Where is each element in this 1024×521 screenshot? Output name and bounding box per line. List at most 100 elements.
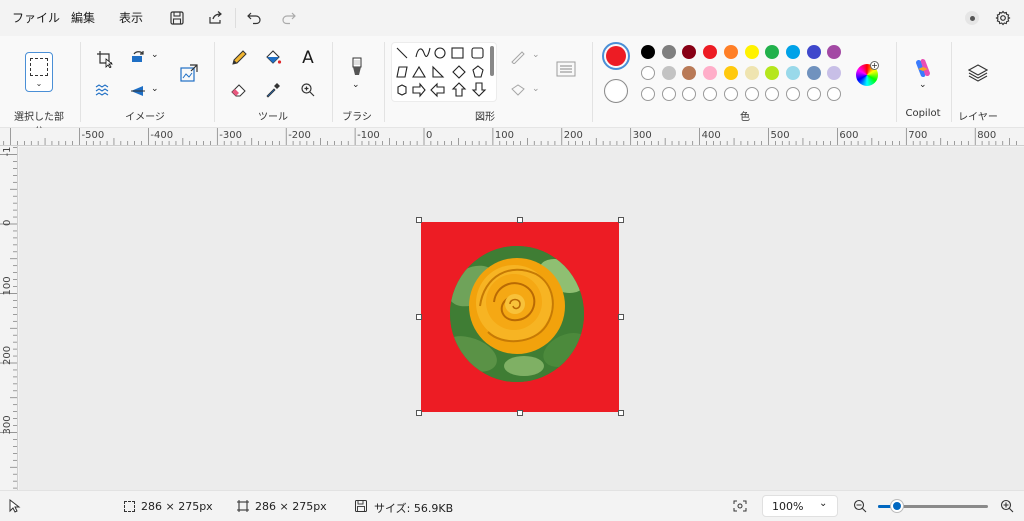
chevron-down-icon[interactable]: ⌄ xyxy=(151,50,159,60)
color-picker-icon[interactable] xyxy=(263,80,283,100)
palette-color-swatch[interactable] xyxy=(827,66,842,80)
share-icon[interactable] xyxy=(205,8,225,28)
chevron-down-icon: ⌄ xyxy=(35,79,43,88)
palette-color-swatch[interactable] xyxy=(744,66,759,80)
ruler-label: -200 xyxy=(288,130,311,141)
palette-color-swatch[interactable] xyxy=(661,66,676,80)
magnifier-icon[interactable] xyxy=(298,80,318,100)
group-label-tools: ツール xyxy=(258,112,288,123)
image-effects-icon[interactable] xyxy=(94,82,112,100)
fill-bucket-icon[interactable] xyxy=(263,48,283,68)
ribbon-separator xyxy=(80,42,81,122)
ribbon-separator xyxy=(896,42,897,122)
resize-handle-bottom-right[interactable] xyxy=(618,410,624,416)
shape-outline-icon xyxy=(509,48,527,66)
zoom-out-icon[interactable] xyxy=(852,498,868,514)
text-tool-icon[interactable]: A xyxy=(298,48,318,68)
custom-color-slot[interactable] xyxy=(827,87,842,101)
zoom-in-icon[interactable] xyxy=(999,498,1015,514)
group-label-image: イメージ xyxy=(125,112,165,123)
resize-handle-right[interactable] xyxy=(618,314,624,320)
shapes-gallery xyxy=(391,42,497,102)
ruler-label: -400 xyxy=(150,130,173,141)
palette-color-swatch[interactable] xyxy=(744,45,759,59)
custom-color-slot[interactable] xyxy=(723,87,738,101)
menu-edit[interactable]: 編集 xyxy=(71,9,95,26)
ribbon-separator xyxy=(951,42,952,122)
resize-handle-top-left[interactable] xyxy=(416,217,422,223)
palette-color-swatch[interactable] xyxy=(703,66,718,80)
palette-color-swatch[interactable] xyxy=(785,45,800,59)
settings-gear-icon[interactable] xyxy=(993,8,1013,28)
chevron-down-icon[interactable]: ⌄ xyxy=(151,84,159,94)
copilot-icon[interactable] xyxy=(911,56,935,80)
menu-view[interactable]: 表示 xyxy=(119,9,143,26)
ruler-label: -300 xyxy=(219,130,242,141)
group-label-shapes: 図形 xyxy=(475,112,495,123)
chevron-down-icon: ⌄ xyxy=(819,498,828,509)
palette-color-swatch[interactable] xyxy=(641,45,655,59)
ribbon-separator xyxy=(592,42,593,122)
layers-icon[interactable] xyxy=(967,62,989,84)
resize-handle-bottom-left[interactable] xyxy=(416,410,422,416)
eraser-icon[interactable] xyxy=(229,80,249,100)
zoom-dropdown[interactable]: 100% ⌄ xyxy=(762,495,838,517)
resize-handle-top[interactable] xyxy=(517,217,523,223)
resize-handle-bottom[interactable] xyxy=(517,410,523,416)
secondary-color-swatch xyxy=(606,81,626,101)
palette-color-swatch[interactable] xyxy=(723,66,738,80)
ruler-label: -100 xyxy=(357,130,380,141)
account-icon[interactable] xyxy=(962,8,982,28)
primary-color-button[interactable] xyxy=(602,42,630,70)
palette-color-swatch[interactable] xyxy=(765,45,780,59)
palette-color-swatch[interactable] xyxy=(827,45,842,59)
canvas-size-icon xyxy=(236,499,250,513)
crop-icon[interactable] xyxy=(94,48,116,70)
custom-color-slot[interactable] xyxy=(641,87,655,101)
palette-color-swatch[interactable] xyxy=(661,45,676,59)
flip-icon[interactable] xyxy=(129,82,147,100)
selection-rect-icon xyxy=(30,58,48,76)
palette-color-swatch[interactable] xyxy=(765,66,780,80)
select-tool-button[interactable]: ⌄ xyxy=(25,52,53,92)
resize-image-icon[interactable] xyxy=(178,62,200,84)
rotate-icon[interactable] xyxy=(129,48,147,66)
shapes-scrollbar[interactable] xyxy=(490,46,494,76)
ribbon-separator xyxy=(384,42,385,122)
secondary-color-button[interactable] xyxy=(604,79,628,103)
custom-color-slot[interactable] xyxy=(744,87,759,101)
divider xyxy=(235,8,236,28)
palette-color-swatch[interactable] xyxy=(682,45,697,59)
palette-color-swatch[interactable] xyxy=(806,66,821,80)
fit-to-window-icon[interactable] xyxy=(732,499,748,513)
selection-size-icon xyxy=(122,499,136,513)
custom-color-slot[interactable] xyxy=(682,87,697,101)
resize-handle-left[interactable] xyxy=(416,314,422,320)
pencil-icon[interactable] xyxy=(229,48,249,68)
palette-color-swatch[interactable] xyxy=(641,66,655,80)
ruler-label: 100 xyxy=(2,276,13,295)
file-size: サイズ: 56.9KB xyxy=(374,502,454,515)
undo-icon[interactable] xyxy=(244,8,264,28)
save-icon[interactable] xyxy=(167,8,187,28)
ruler-label: 300 xyxy=(633,130,652,141)
custom-color-slot[interactable] xyxy=(765,87,780,101)
brush-icon[interactable] xyxy=(347,56,367,78)
redo-icon[interactable] xyxy=(278,8,298,28)
palette-color-swatch[interactable] xyxy=(785,66,800,80)
custom-color-slot[interactable] xyxy=(703,87,718,101)
palette-color-swatch[interactable] xyxy=(723,45,738,59)
chevron-down-icon[interactable]: ⌄ xyxy=(919,80,927,90)
canvas-size: 286 × 275px xyxy=(255,500,327,513)
custom-color-slot[interactable] xyxy=(806,87,821,101)
palette-color-swatch[interactable] xyxy=(682,66,697,80)
custom-color-slot[interactable] xyxy=(661,87,676,101)
palette-color-swatch[interactable] xyxy=(703,45,718,59)
zoom-slider-thumb[interactable] xyxy=(890,500,903,512)
resize-handle-top-right[interactable] xyxy=(618,217,624,223)
menu-file[interactable]: ファイル xyxy=(12,9,60,26)
edit-colors-icon[interactable]: + xyxy=(856,61,879,86)
palette-color-swatch[interactable] xyxy=(806,45,821,59)
custom-color-slot[interactable] xyxy=(785,87,800,101)
chevron-down-icon[interactable]: ⌄ xyxy=(352,80,360,90)
